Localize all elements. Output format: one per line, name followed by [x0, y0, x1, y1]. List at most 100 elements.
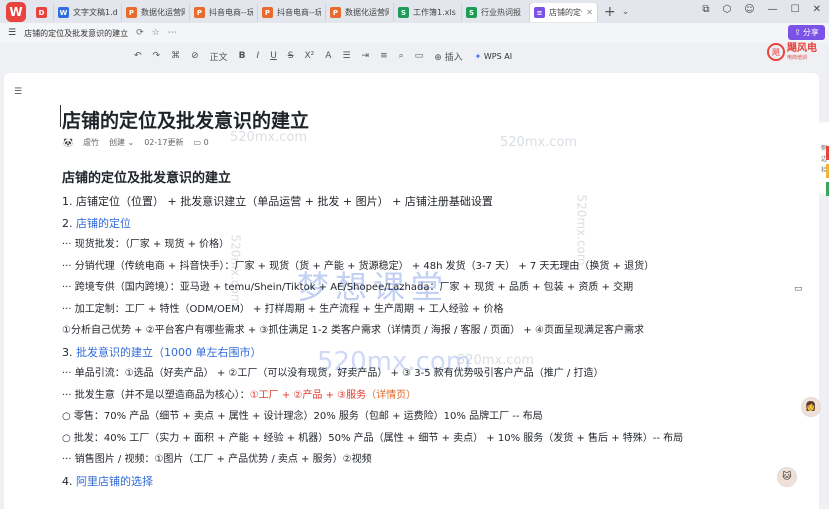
- insert-button[interactable]: ⊕ 插入: [434, 50, 462, 63]
- menu-icon[interactable]: ☰: [8, 28, 16, 38]
- helper-avatar[interactable]: 🐱: [777, 467, 797, 487]
- heading-link[interactable]: 批发意识的建立（1000 单左右围市）: [76, 346, 262, 359]
- tab-label: 文字文稿1.doc: [73, 8, 117, 17]
- assistant-avatar[interactable]: 👩: [801, 397, 821, 417]
- paragraph-line: ··· 分销代理（传统电商 + 抖音快手）：厂家 + 现货（货 + 产能 + 货…: [62, 260, 655, 272]
- restore-icon[interactable]: ⧉: [702, 4, 709, 15]
- tab-document[interactable]: S 行业热词报: [462, 3, 530, 22]
- close-tab-icon[interactable]: ✕: [586, 8, 593, 17]
- comment-icon[interactable]: ▭: [415, 51, 424, 61]
- skin-icon[interactable]: ⬡: [722, 4, 731, 15]
- comment-icon: ▭: [193, 138, 202, 147]
- heading-link[interactable]: 阿里店铺的选择: [76, 475, 153, 488]
- brand-logo: 飓 飓风电 电商培训: [767, 40, 827, 64]
- tab-label: 数据化运营网: [345, 8, 389, 17]
- highlight-text: ①工厂 + ②产品 + ③服务: [249, 389, 367, 401]
- search-icon[interactable]: ⌕: [399, 51, 404, 61]
- tab-document[interactable]: W 文字文稿1.doc: [54, 3, 122, 22]
- tab-bar: W D W文字文稿1.docP数据化运营网P抖音电商--玩转P抖音电商--玩转P…: [0, 0, 829, 23]
- line-text: ··· 批发生意（并不是以塑造商品为核心）：: [62, 389, 250, 401]
- tab-label: 行业热词报: [481, 8, 521, 17]
- window-controls: ⧉ ⬡ ☺ — ☐ ✕: [702, 4, 821, 15]
- paragraph-line: ··· 批发生意（并不是以塑造商品为核心）：①工厂 + ②产品 + ③服务（详情…: [62, 385, 802, 407]
- tab-document[interactable]: ≡ 店铺的定位 ✕: [530, 3, 598, 22]
- ai-icon: ✦: [474, 51, 482, 61]
- tab-document[interactable]: P 数据化运营网: [122, 3, 190, 22]
- sync-icon[interactable]: ⟳: [136, 28, 144, 38]
- tab-document[interactable]: P 抖音电商--玩转: [258, 3, 326, 22]
- document-bar: ☰ 店铺的定位及批发意识的建立 ⟳ ☆ ⋯: [0, 23, 829, 43]
- updated-time: 02-17更新: [144, 138, 184, 147]
- paragraph-line: ··· 加工定制：工厂 + 特性（ODM/OEM） + 打样周期 + 生产流程 …: [62, 303, 504, 315]
- author-avatar: 🐼: [63, 138, 73, 147]
- author-name[interactable]: 虐竹: [83, 137, 99, 148]
- comment-count[interactable]: ▭ 0: [193, 138, 208, 147]
- file-type-icon: P: [262, 7, 273, 18]
- file-type-icon: P: [330, 7, 341, 18]
- outline-icon[interactable]: ☰: [14, 87, 22, 97]
- minimize-icon[interactable]: —: [768, 4, 778, 15]
- ai-label: WPS AI: [483, 51, 513, 61]
- doc-home-icon: D: [36, 7, 47, 18]
- clear-format-icon[interactable]: ⊘: [191, 51, 199, 61]
- undo-icon[interactable]: ↶: [134, 51, 142, 61]
- section-heading: 店铺的定位及批发意识的建立: [62, 171, 232, 186]
- document-page[interactable]: ☰ 520mx.com 520mx.com 520mx.com 520mx.co…: [4, 73, 819, 509]
- file-type-icon: S: [398, 7, 409, 18]
- paragraph-line: ··· 跨境专供（国内跨境）：亚马逊 + temu/Shein/Tiktok +…: [62, 282, 634, 293]
- align-icon[interactable]: ≡: [380, 51, 388, 61]
- add-comment-icon[interactable]: ▭: [794, 284, 803, 294]
- chevron-down-icon[interactable]: ⌄: [622, 7, 630, 17]
- list-number: 3.: [62, 345, 76, 359]
- maximize-icon[interactable]: ☐: [791, 4, 800, 15]
- document-title[interactable]: 店铺的定位及批发意识的建立: [62, 106, 309, 133]
- more-icon[interactable]: ⋯: [168, 28, 177, 38]
- doc-meta: 🐼 虐竹 创建 ⌄ 02-17更新 ▭ 0: [63, 137, 209, 148]
- highlight-icon[interactable]: A: [325, 51, 331, 61]
- user-icon[interactable]: ☺: [744, 4, 754, 15]
- tab-document[interactable]: P 数据化运营网: [326, 3, 394, 22]
- paragraph-line: ○ 零售：70% 产品（细节 + 卖点 + 属性 + 设计理念）20% 服务（包…: [62, 411, 543, 422]
- paragraph-line: 3. 批发意识的建立（1000 单左右围市）: [62, 342, 802, 364]
- superscript-icon[interactable]: X²: [305, 51, 315, 61]
- document-name[interactable]: 店铺的定位及批发意识的建立: [24, 28, 128, 39]
- paragraph-line: ··· 现货批发：（厂家 + 现货 + 价格）: [62, 239, 230, 250]
- file-type-icon: ≡: [534, 7, 545, 18]
- format-painter-icon[interactable]: ⌘: [171, 51, 180, 61]
- tab-document[interactable]: S 工作簿1.xls: [394, 3, 462, 22]
- list-number: 2.: [62, 216, 76, 230]
- tab-label: 工作簿1.xls: [413, 8, 456, 17]
- strikethrough-icon[interactable]: S: [288, 51, 294, 61]
- share-button[interactable]: ⇪ 分享: [788, 25, 825, 40]
- tab-label: 抖音电商--玩转: [277, 8, 321, 17]
- file-type-icon: P: [126, 7, 137, 18]
- new-tab-icon[interactable]: +: [604, 4, 616, 20]
- paragraph-line: ··· 销售图片 / 视频：①图片（工厂 + 产品优势 / 卖点 + 服务）②视…: [62, 454, 372, 465]
- wps-logo-icon[interactable]: W: [6, 1, 26, 22]
- tab-document[interactable]: P 抖音电商--玩转: [190, 3, 258, 22]
- star-icon[interactable]: ☆: [152, 28, 160, 38]
- tab-label: 店铺的定位: [549, 8, 582, 17]
- bold-icon[interactable]: B: [239, 51, 246, 61]
- brand-sub: 电商培训: [787, 55, 808, 61]
- close-icon[interactable]: ✕: [813, 4, 821, 15]
- indent-icon[interactable]: ⇥: [362, 51, 370, 61]
- paragraph-line: 4. 阿里店铺的选择: [62, 471, 802, 493]
- wps-ai-button[interactable]: ✦ WPS AI: [475, 52, 512, 61]
- list-icon[interactable]: ☰: [342, 51, 350, 61]
- heading-link[interactable]: 店铺的定位: [76, 217, 131, 230]
- paragraph-line: 2. 店铺的定位: [62, 213, 802, 235]
- create-label[interactable]: 创建 ⌄: [109, 137, 134, 148]
- document-body[interactable]: 店铺的定位及批发意识的建立 1. 店铺定位（位置） + 批发意识建立（单品运营 …: [62, 165, 802, 492]
- tab-label: 数据化运营网: [141, 8, 185, 17]
- watermark: 520mx.com: [500, 135, 578, 150]
- share-label: 分享: [802, 28, 819, 37]
- file-type-icon: W: [58, 7, 69, 18]
- tab-home[interactable]: D: [32, 3, 54, 22]
- underline-icon[interactable]: U: [270, 51, 277, 61]
- italic-icon[interactable]: I: [257, 51, 260, 61]
- style-select[interactable]: 正文: [210, 50, 228, 63]
- format-toolbar: ↶ ↷ ⌘ ⊘ 正文 B I U S X² A ☰ ⇥ ≡ ⌕ ▭ ⊕ 插入 ✦…: [0, 44, 770, 68]
- paragraph-line: ··· 单品引流：①选品（好卖产品） + ②工厂（可以没有现货，好卖产品） + …: [62, 368, 604, 379]
- redo-icon[interactable]: ↷: [153, 51, 161, 61]
